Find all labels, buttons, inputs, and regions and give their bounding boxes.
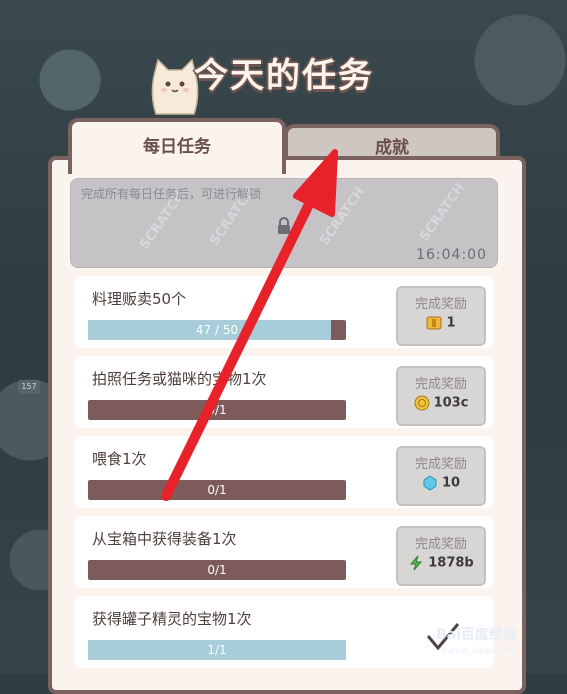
annotation-arrow-icon	[161, 149, 338, 501]
